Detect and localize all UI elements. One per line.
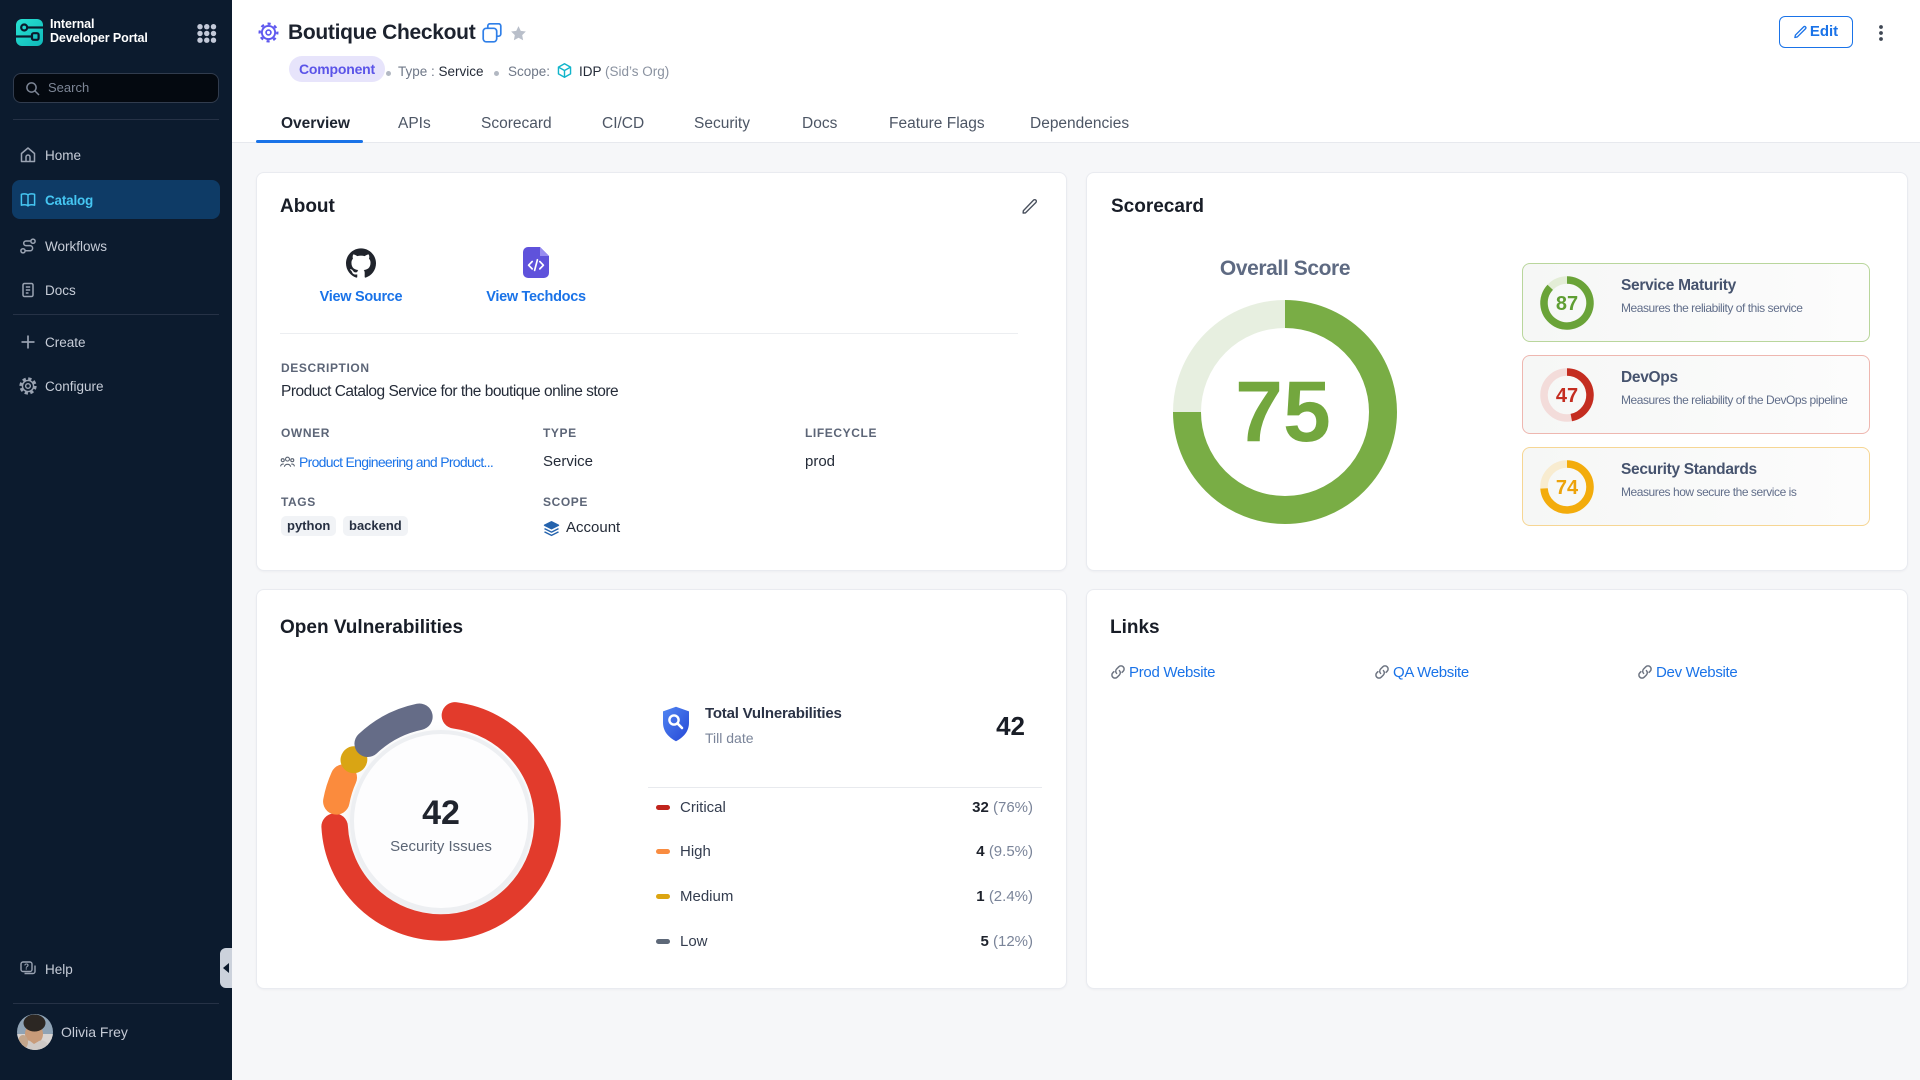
svg-text:74: 74 [1556, 477, 1579, 499]
svg-text:?: ? [24, 962, 29, 972]
svg-text:87: 87 [1556, 293, 1578, 315]
svg-text:47: 47 [1556, 385, 1578, 407]
